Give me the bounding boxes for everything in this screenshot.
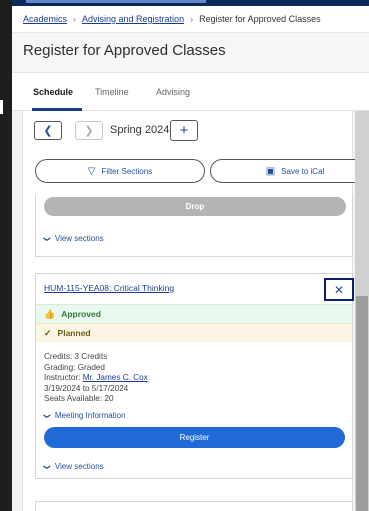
chevron-left-icon: ❮ xyxy=(43,125,53,137)
tab-schedule[interactable]: Schedule xyxy=(33,87,73,97)
term-label: Spring 2024 xyxy=(110,124,170,136)
view-sections-link[interactable]: ❯ View sections xyxy=(42,462,104,471)
chevron-right-icon: ❯ xyxy=(84,125,94,137)
seats-text: Seats Available: 20 xyxy=(44,394,114,403)
breadcrumb-advising-registration[interactable]: Advising and Registration xyxy=(82,14,184,24)
add-term-button[interactable]: + xyxy=(170,120,198,141)
previous-term-button[interactable]: ❮ xyxy=(34,121,62,140)
left-navigation-rail xyxy=(0,0,12,511)
register-button[interactable]: Register xyxy=(44,427,345,448)
rail-indicator xyxy=(0,100,3,114)
scrollbar-thumb[interactable] xyxy=(356,296,368,511)
tab-advising[interactable]: Advising xyxy=(156,87,190,97)
next-term-button[interactable]: ❯ xyxy=(75,121,103,140)
breadcrumb-separator: › xyxy=(190,14,194,24)
course-details: Credits: 3 Credits Grading: Graded Instr… xyxy=(44,352,148,405)
dates-text: 3/19/2024 to 5/17/2024 xyxy=(44,383,129,393)
close-icon: ✕ xyxy=(333,282,345,297)
save-to-ical-button[interactable]: ▣ Save to iCal xyxy=(210,159,369,183)
course-card: HUM-115-YEA08: Critical Thinking ✕ 👍 App… xyxy=(35,273,354,479)
tab-bar: Schedule Timeline Advising xyxy=(12,73,369,111)
meeting-information-label: Meeting Information xyxy=(54,411,126,420)
page-title: Register for Approved Classes xyxy=(23,42,226,59)
view-sections-label: View sections xyxy=(54,462,104,471)
filter-sections-label: Filter Sections xyxy=(101,166,153,176)
tab-timeline[interactable]: Timeline xyxy=(95,87,129,97)
instructor-prefix: Instructor: xyxy=(44,373,81,382)
view-sections-label: View sections xyxy=(54,234,104,243)
instructor-link[interactable]: Mr. James C. Cox xyxy=(83,373,148,382)
chevron-down-icon: ❯ xyxy=(42,413,50,419)
approved-status: 👍 Approved xyxy=(36,304,352,323)
filter-icon: ▽ xyxy=(87,165,96,177)
next-course-card xyxy=(35,501,353,511)
meeting-information-link[interactable]: ❯ Meeting Information xyxy=(42,411,126,420)
planned-status: ✓ Planned xyxy=(36,323,352,342)
breadcrumb-separator: › xyxy=(73,14,77,24)
credits-text: Credits: 3 Credits xyxy=(44,352,108,361)
view-sections-link[interactable]: ❯ View sections xyxy=(42,234,104,243)
previous-course-card: Drop ❯ View sections xyxy=(35,195,353,257)
drop-button[interactable]: Drop xyxy=(44,197,346,216)
page-header: Register for Approved Classes xyxy=(12,33,369,73)
breadcrumb-academics[interactable]: Academics xyxy=(23,14,67,24)
calendar-icon: ▣ xyxy=(265,165,276,177)
breadcrumb-current: Register for Approved Classes xyxy=(199,14,321,24)
schedule-panel: ❮ ❯ Spring 2024 + ▽ Filter Sections ▣ Sa… xyxy=(22,111,369,511)
checkmark-icon: ✓ xyxy=(44,327,52,338)
grading-text: Grading: Graded xyxy=(44,362,105,372)
instructor-row: Instructor: Mr. James C. Cox xyxy=(44,373,148,384)
filter-sections-button[interactable]: ▽ Filter Sections xyxy=(35,159,205,183)
plus-icon: + xyxy=(179,122,189,139)
vertical-scrollbar[interactable] xyxy=(355,111,369,511)
thumbs-up-icon: 👍 xyxy=(44,308,56,319)
remove-course-button[interactable]: ✕ xyxy=(324,278,354,301)
breadcrumb: Academics › Advising and Registration › … xyxy=(12,6,369,33)
approved-label: Approved xyxy=(61,309,101,319)
planned-label: Planned xyxy=(57,328,91,338)
course-title-link[interactable]: HUM-115-YEA08: Critical Thinking xyxy=(44,283,174,293)
save-to-ical-label: Save to iCal xyxy=(281,166,325,176)
main-content: ❮ ❯ Spring 2024 + ▽ Filter Sections ▣ Sa… xyxy=(12,111,369,511)
chevron-down-icon: ❯ xyxy=(42,464,50,470)
header-strip xyxy=(26,0,206,3)
chevron-down-icon: ❯ xyxy=(42,236,50,242)
